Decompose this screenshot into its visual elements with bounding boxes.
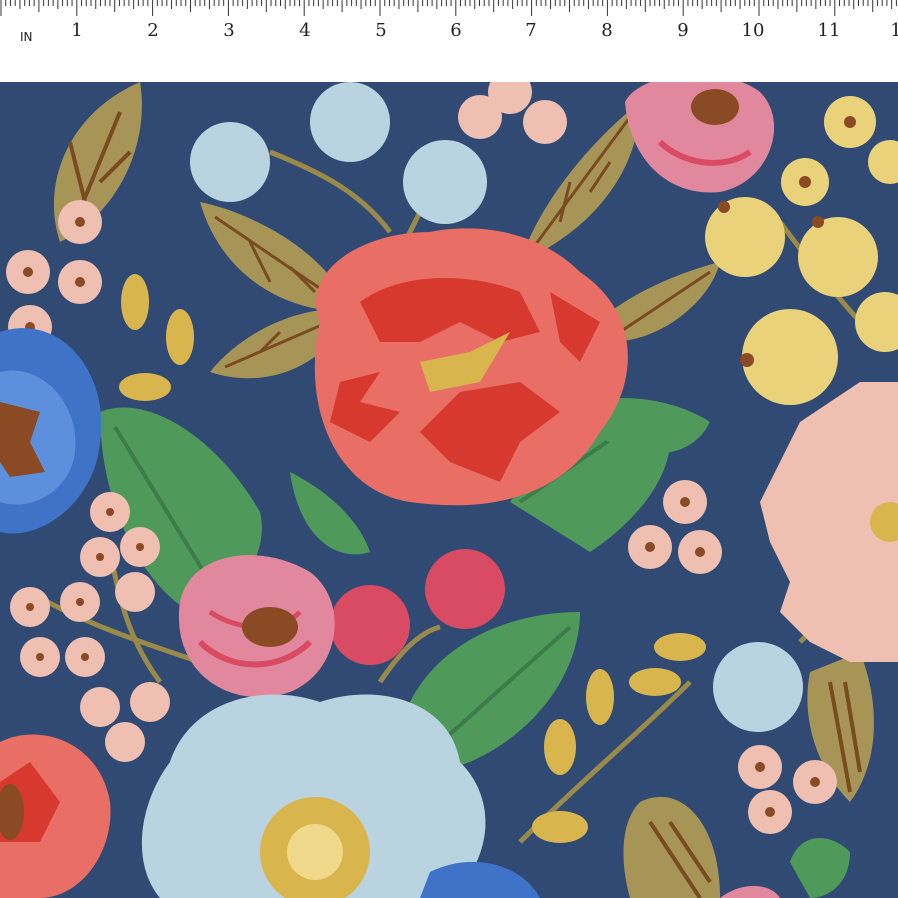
ruler-label: 6 <box>450 20 462 41</box>
ruler-label: 2 <box>147 20 159 41</box>
ruler-unit-label: IN <box>20 30 33 44</box>
ruler-label: 8 <box>601 20 613 41</box>
ruler-label: 1 <box>71 20 83 41</box>
light-blue-flower <box>141 694 486 898</box>
ruler-label: 11 <box>817 20 841 41</box>
ruler-label: 7 <box>525 20 537 41</box>
floral-fabric-print <box>0 82 898 898</box>
ruler-label: 5 <box>375 20 387 41</box>
ruler-label: 10 <box>741 20 765 41</box>
ruler-label: 4 <box>299 20 311 41</box>
measuring-ruler: IN 1 2 3 4 5 6 7 8 9 10 11 1 <box>0 0 898 82</box>
ruler-label: 9 <box>677 20 689 41</box>
ruler-label: 1 <box>890 20 898 41</box>
ruler-label: 3 <box>223 20 235 41</box>
ruler-ticks <box>0 0 897 16</box>
